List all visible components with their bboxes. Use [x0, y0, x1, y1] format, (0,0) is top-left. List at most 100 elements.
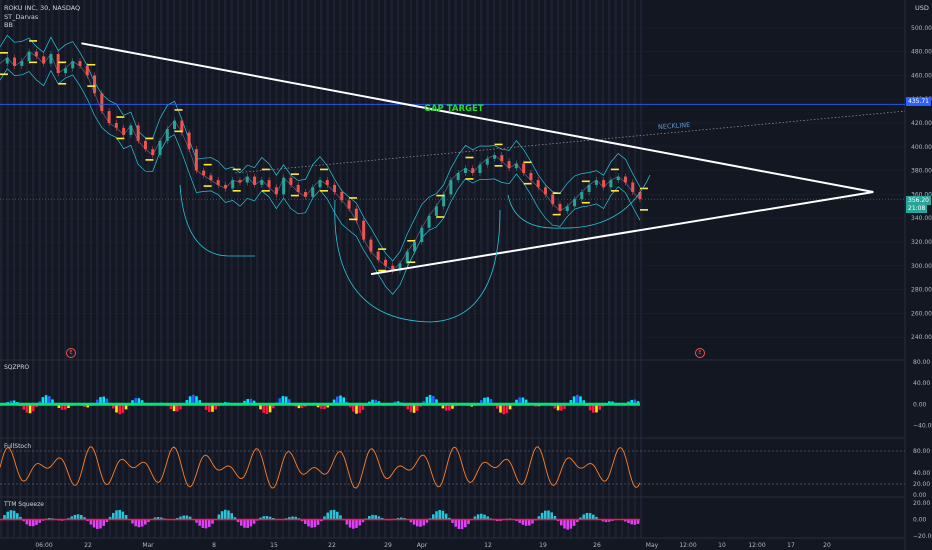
candle: [362, 220, 366, 240]
earnings-marker-right[interactable]: E: [695, 348, 705, 358]
bg-stripe: [51, 0, 54, 538]
bg-stripe: [595, 0, 598, 538]
stoch-tick-label: 20.00: [913, 481, 930, 488]
candle: [136, 125, 140, 141]
y-tick-label: 300.00: [911, 263, 932, 270]
ttm-bar: [240, 519, 243, 526]
bg-stripe: [268, 0, 272, 538]
bg-stripe: [384, 0, 387, 538]
x-tick-label: 29: [384, 542, 392, 549]
candle: [449, 180, 453, 195]
sqzpro-tick-label: 0.00: [913, 401, 927, 408]
candle: [485, 158, 489, 165]
ttm-bar: [307, 519, 310, 527]
candle: [456, 172, 460, 181]
price-chart[interactable]: 500.00480.00460.00440.00420.00400.00380.…: [0, 0, 932, 550]
candle: [522, 163, 526, 173]
candle: [514, 163, 518, 169]
ttm-bar: [460, 519, 464, 530]
ttm-bar: [121, 511, 125, 521]
gap-price-tag: 435.71: [906, 97, 931, 106]
ttm-bar: [435, 511, 438, 521]
candle: [318, 180, 322, 188]
candle: [325, 180, 329, 185]
bg-stripe: [550, 0, 553, 538]
sqzpro-pane-title[interactable]: SQZPRO: [4, 364, 29, 371]
bg-stripe: [160, 0, 163, 538]
x-tick-label: 22: [328, 542, 336, 549]
bg-stripe: [601, 0, 604, 538]
y-tick-label: 460.00: [911, 72, 932, 79]
bg-stripe: [224, 0, 227, 538]
candle: [616, 176, 620, 181]
ttm-bar: [249, 519, 253, 527]
earnings-marker-left[interactable]: E: [66, 348, 76, 358]
sqzpro-bar: [502, 404, 505, 415]
candle: [507, 161, 511, 169]
y-tick-label: 480.00: [911, 49, 932, 56]
ttm-bar: [419, 519, 422, 527]
candle: [253, 176, 257, 185]
ttm-bar: [201, 519, 205, 528]
ttm-bar: [6, 511, 9, 521]
ttm-bar: [358, 519, 361, 526]
candle: [587, 184, 591, 193]
bg-stripe: [409, 0, 412, 538]
sqzpro-tick-label: −40.00: [913, 422, 932, 429]
x-tick-label: 17: [787, 542, 795, 549]
bg-stripe: [307, 0, 310, 538]
candle: [165, 128, 169, 141]
bg-stripe: [57, 0, 60, 538]
candle: [609, 180, 613, 188]
ttm-bar: [441, 510, 445, 521]
candle: [347, 200, 351, 209]
bg-stripe: [0, 0, 3, 538]
ttm-bar: [115, 510, 118, 521]
ttm-bar: [352, 519, 355, 529]
ttm-bar: [28, 519, 32, 527]
candle: [463, 168, 467, 173]
ttm-bar: [198, 519, 201, 526]
indicator-bb-label[interactable]: BB: [4, 21, 13, 29]
ttm-bar: [243, 519, 246, 528]
candle: [333, 184, 337, 193]
ttm-bar: [118, 509, 121, 521]
ttm-bar: [9, 510, 13, 521]
bg-stripe: [358, 0, 361, 538]
x-tick-label: 8: [212, 542, 216, 549]
bg-stripe: [582, 0, 585, 538]
bg-stripe: [352, 0, 355, 538]
ttm-bar: [566, 519, 569, 530]
indicator-darvas-label[interactable]: ST_Darvas: [4, 13, 38, 21]
bg-stripe: [76, 0, 80, 538]
ttm-bar: [310, 519, 313, 528]
bg-stripe: [640, 0, 643, 538]
fullstoch-pane-title[interactable]: FullStoch: [4, 443, 31, 450]
candle: [289, 177, 293, 185]
y-tick-label: 500.00: [911, 25, 932, 32]
y-tick-label: 280.00: [911, 287, 932, 294]
bg-stripe: [6, 0, 9, 538]
candle: [296, 184, 300, 193]
candle: [71, 61, 75, 69]
y-tick-label: 380.00: [911, 168, 932, 175]
candle: [434, 206, 438, 216]
ttm-pane-title[interactable]: TTM Squeeze: [4, 501, 44, 508]
ttm-bar: [524, 519, 528, 526]
y-tick-label: 420.00: [911, 120, 932, 127]
bg-stripe: [32, 0, 35, 538]
bg-stripe: [441, 0, 444, 538]
candle: [471, 168, 475, 173]
bg-stripe: [64, 0, 67, 538]
ttm-bar: [137, 519, 141, 528]
ttm-bar: [521, 519, 525, 525]
candle: [231, 180, 235, 189]
bg-stripe: [473, 0, 476, 538]
bg-stripe: [608, 0, 611, 538]
candle: [122, 127, 126, 135]
candle: [151, 149, 155, 156]
ttm-bar: [134, 519, 137, 527]
ttm-bar: [563, 519, 566, 529]
stoch-tick-label: 40.00: [913, 470, 930, 477]
bg-stripe: [153, 0, 156, 538]
